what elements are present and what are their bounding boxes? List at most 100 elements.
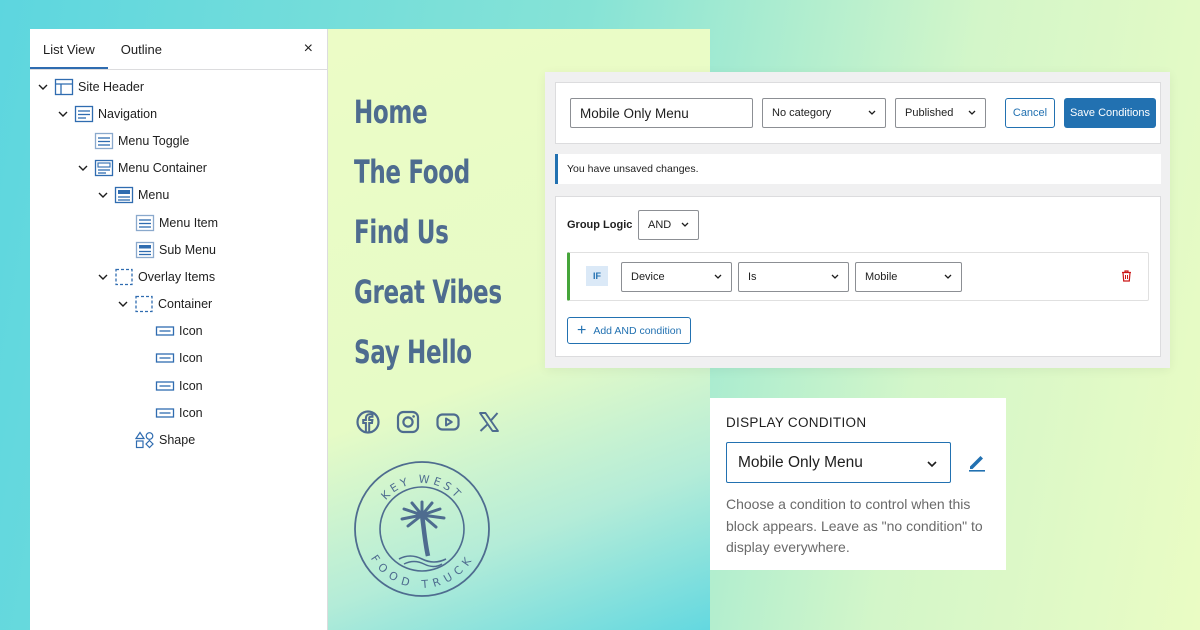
cancel-button[interactable]: Cancel: [1005, 98, 1055, 128]
condition-value-select[interactable]: Mobile: [855, 262, 962, 292]
tree-item-label: Shape: [159, 432, 196, 447]
chevron-down-icon[interactable]: [78, 165, 88, 171]
save-conditions-button[interactable]: Save Conditions: [1064, 98, 1156, 128]
chevron-down-icon: [943, 271, 953, 284]
list-view-tabs: List View Outline ×: [30, 29, 327, 70]
header-block-icon: [54, 78, 74, 96]
condition-field-value: Device: [631, 271, 665, 283]
display-condition-select[interactable]: Mobile Only Menu: [726, 442, 951, 483]
chevron-down-icon: [867, 107, 877, 120]
display-condition-value: Mobile Only Menu: [738, 453, 863, 471]
close-icon[interactable]: ×: [304, 40, 313, 58]
chevron-down-icon[interactable]: [98, 274, 108, 280]
chevron-down-icon[interactable]: [58, 111, 68, 117]
shapes-icon: [135, 430, 155, 449]
status-select[interactable]: Published: [895, 98, 986, 128]
menu-block-icon: [114, 186, 134, 204]
facebook-icon[interactable]: [355, 409, 381, 435]
tree-item-icon[interactable]: Icon: [155, 344, 203, 371]
icon-block-icon: [155, 404, 175, 422]
chevron-down-icon: [830, 271, 840, 284]
tree-item-label: Icon: [179, 378, 203, 393]
sub-menu-icon: [135, 241, 155, 259]
icon-block-icon: [155, 377, 175, 395]
tree-item-icon[interactable]: Icon: [155, 317, 203, 344]
chevron-down-icon: [967, 107, 977, 120]
condition-title-input[interactable]: Mobile Only Menu: [570, 98, 753, 128]
icon-block-icon: [155, 322, 175, 340]
tree-item-menu-toggle[interactable]: Menu Toggle: [94, 127, 189, 154]
chevron-down-icon: [926, 457, 938, 475]
group-logic-select[interactable]: AND: [638, 210, 699, 240]
unsaved-changes-notice: You have unsaved changes.: [555, 154, 1161, 184]
list-view-panel: List View Outline × Site Header Navigati…: [30, 29, 328, 630]
chevron-down-icon[interactable]: [38, 84, 48, 90]
pencil-icon[interactable]: [967, 452, 987, 477]
category-select-value: No category: [772, 107, 832, 119]
display-condition-heading: DISPLAY CONDITION: [726, 415, 867, 430]
add-and-condition-label: Add AND condition: [593, 324, 682, 337]
add-and-condition-button[interactable]: + Add AND condition: [567, 317, 691, 344]
tree-item-label: Icon: [179, 323, 203, 338]
icon-block-icon: [155, 349, 175, 367]
nav-link-the-food[interactable]: The Food: [354, 153, 470, 191]
condition-row: IF Device Is Mobile: [567, 252, 1149, 301]
tree-item-sub-menu[interactable]: Sub Menu: [135, 236, 216, 263]
tree-item-navigation[interactable]: Navigation: [58, 100, 157, 127]
chevron-down-icon[interactable]: [118, 301, 128, 307]
tree-item-label: Sub Menu: [159, 242, 216, 257]
tree-item-container[interactable]: Container: [118, 290, 212, 317]
if-badge: IF: [586, 266, 608, 286]
conditions-editor: Mobile Only Menu No category Published C…: [545, 72, 1170, 368]
display-condition-help-text: Choose a condition to control when this …: [726, 496, 983, 555]
chevron-down-icon: [680, 219, 690, 232]
chevron-down-icon: [713, 271, 723, 284]
tree-item-menu[interactable]: Menu: [98, 181, 169, 208]
plus-icon: +: [577, 321, 587, 339]
category-select[interactable]: No category: [762, 98, 886, 128]
overlay-dashed-icon: [114, 268, 134, 286]
condition-group: Group Logic AND IF Device Is Mobile + Ad…: [555, 196, 1161, 357]
tree-item-label: Icon: [179, 350, 203, 365]
tree-item-icon[interactable]: Icon: [155, 372, 203, 399]
navigation-block-icon: [74, 105, 94, 123]
nav-link-find-us[interactable]: Find Us: [354, 213, 449, 251]
tree-item-label: Menu: [138, 187, 170, 202]
condition-value-value: Mobile: [865, 271, 898, 283]
condition-operator-value: Is: [748, 271, 757, 283]
tree-item-icon[interactable]: Icon: [155, 399, 203, 426]
condition-operator-select[interactable]: Is: [738, 262, 849, 292]
menu-item-icon: [135, 214, 155, 232]
menu-container-icon: [94, 159, 114, 177]
tree-item-menu-container[interactable]: Menu Container: [78, 154, 207, 181]
tree-item-shape[interactable]: Shape: [135, 426, 195, 453]
tree-item-site-header[interactable]: Site Header: [38, 73, 144, 100]
trash-icon[interactable]: [1121, 269, 1132, 287]
instagram-icon[interactable]: [395, 409, 421, 435]
tree-item-label: Menu Item: [159, 215, 219, 230]
key-west-food-truck-logo: KEY WEST FOOD TRUCK: [352, 455, 492, 601]
chevron-down-icon[interactable]: [98, 192, 108, 198]
tree-item-label: Site Header: [78, 79, 145, 94]
tree-item-label: Icon: [179, 405, 203, 420]
tab-outline[interactable]: Outline: [108, 29, 175, 69]
nav-link-home[interactable]: Home: [354, 93, 428, 131]
menu-toggle-icon: [94, 132, 114, 150]
tree-item-label: Menu Toggle: [118, 133, 190, 148]
tree-item-overlay-items[interactable]: Overlay Items: [98, 263, 215, 290]
tab-list-view[interactable]: List View: [30, 29, 108, 69]
condition-field-select[interactable]: Device: [621, 262, 732, 292]
tree-item-menu-item[interactable]: Menu Item: [135, 209, 218, 236]
display-condition-panel: DISPLAY CONDITION Mobile Only Menu Choos…: [710, 398, 1006, 570]
tree-item-label: Menu Container: [118, 160, 207, 175]
x-icon[interactable]: [476, 409, 502, 435]
nav-link-say-hello[interactable]: Say Hello: [354, 333, 472, 371]
nav-link-great-vibes[interactable]: Great Vibes: [354, 273, 502, 311]
tree-item-label: Navigation: [98, 106, 158, 121]
container-dashed-icon: [134, 295, 154, 313]
youtube-icon[interactable]: [435, 409, 461, 435]
tree-item-label: Container: [158, 296, 213, 311]
group-logic-label: Group Logic: [567, 219, 633, 231]
group-logic-value: AND: [648, 219, 672, 231]
conditions-editor-header: Mobile Only Menu No category Published C…: [555, 82, 1161, 144]
